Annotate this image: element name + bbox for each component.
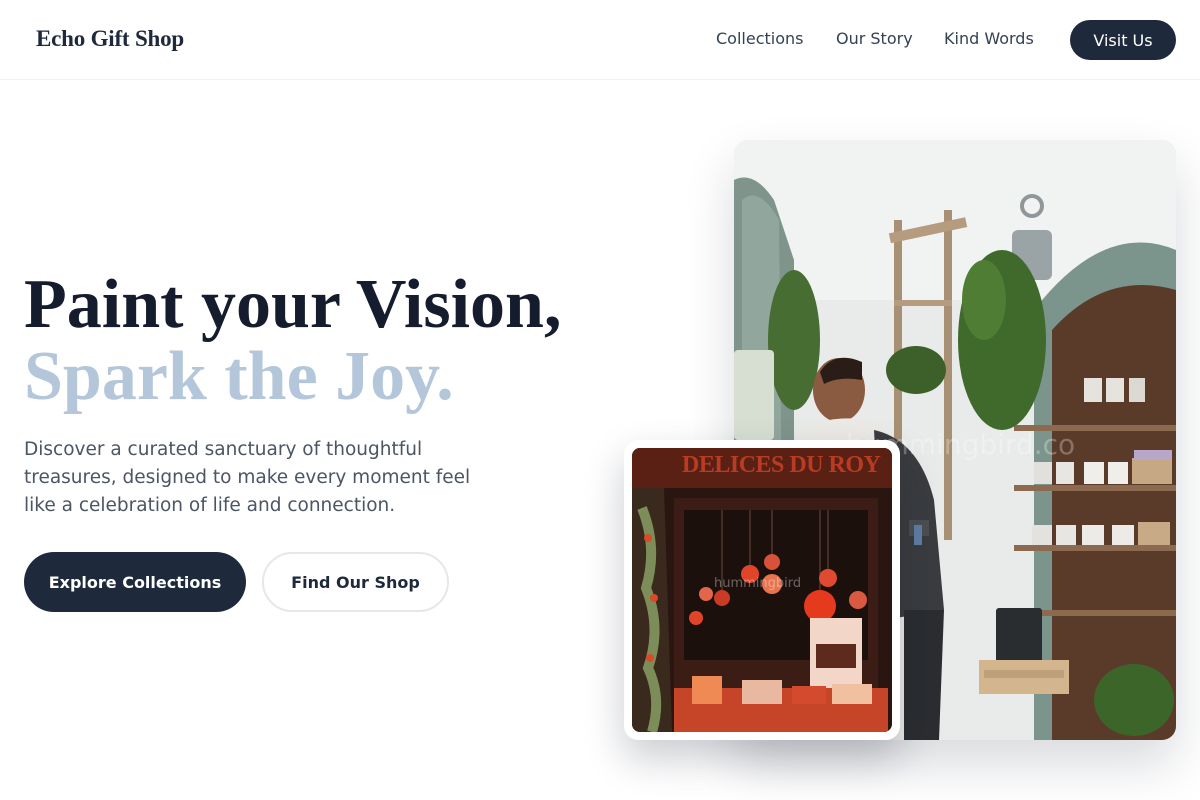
shop-window-photo-card: DELICES DU ROY hummingbird [624,440,900,740]
page: Echo Gift Shop Collections Our Story Kin… [0,0,1200,800]
shop-window-photo: DELICES DU ROY hummingbird [632,448,892,732]
find-our-shop-button[interactable]: Find Our Shop [262,552,449,612]
nav-link-our-story[interactable]: Our Story [836,29,913,48]
hero-title-line-1: Paint your Vision, [24,266,562,343]
shop-sign-text: DELICES DU ROY [682,452,881,478]
hero-description: Discover a curated sanctuary of thoughtf… [24,439,471,516]
nav-link-kind-words[interactable]: Kind Words [944,29,1034,48]
top-navigation-bar: Echo Gift Shop Collections Our Story Kin… [0,0,1200,80]
inset-photo-watermark: hummingbird [714,576,802,591]
visit-us-button[interactable]: Visit Us [1070,20,1176,60]
nav-link-collections[interactable]: Collections [716,29,803,48]
hero-title-line-2: Spark the Joy. [24,338,454,415]
explore-collections-button[interactable]: Explore Collections [24,552,246,612]
brand-logo[interactable]: Echo Gift Shop [36,26,184,52]
